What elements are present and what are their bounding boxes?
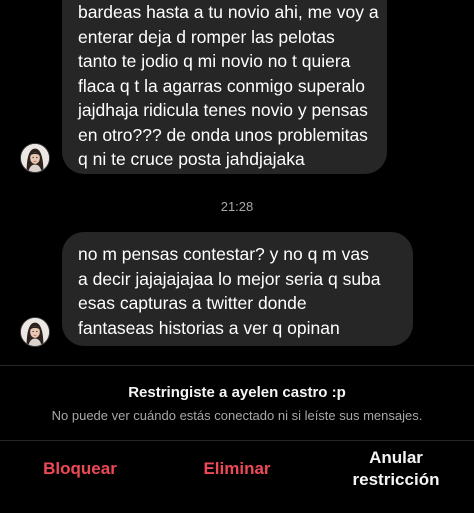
message-line: fantaseas historias a ver q opinan <box>78 317 340 338</box>
profile-photo-icon <box>21 144 49 172</box>
divider <box>0 440 474 441</box>
message-line: en otro??? de onda unos problemitas <box>78 124 368 145</box>
message-timestamp: 21:28 <box>220 199 254 214</box>
message-line: a decir jajajajajaa lo mejor seria q sub… <box>78 268 381 289</box>
block-button[interactable]: Bloquear <box>20 458 140 480</box>
chat-screen: bardeas hasta a tu novio ahi, me voy a e… <box>0 0 474 513</box>
message-line: q ni te cruce posta jahdjajaka <box>78 149 305 169</box>
message-line: bardeas hasta a tu novio ahi, me voy a <box>78 2 379 22</box>
message-bubble[interactable]: no m pensas contestar? y no q m vas a de… <box>62 232 413 346</box>
avatar[interactable] <box>20 143 50 173</box>
message-line: flaca q t la agarras conmigo superalo <box>78 75 365 96</box>
unrestrict-button[interactable]: Anular restricción <box>338 447 454 491</box>
divider <box>0 365 474 366</box>
message-line: enterar deja d romper las pelotas <box>78 26 335 47</box>
message-line: esas capturas a twitter donde <box>78 293 307 313</box>
restriction-title: Restringiste a ayelen castro :p <box>128 384 346 401</box>
unrestrict-label-line1: Anular <box>369 448 423 467</box>
profile-photo-icon <box>21 318 49 346</box>
message-bubble[interactable]: bardeas hasta a tu novio ahi, me voy a e… <box>62 0 387 174</box>
restriction-subtitle: No puede ver cuándo estás conectado ni s… <box>51 408 423 423</box>
delete-button[interactable]: Eliminar <box>177 458 297 480</box>
message-line: tanto te jodio q mi novio no t quiera <box>78 51 351 71</box>
message-line: jajdhaja ridicula tenes novio y pensas <box>78 100 368 120</box>
avatar[interactable] <box>20 317 50 347</box>
unrestrict-label-line2: restricción <box>352 470 440 489</box>
message-line: no m pensas contestar? y no q m vas <box>78 244 369 264</box>
